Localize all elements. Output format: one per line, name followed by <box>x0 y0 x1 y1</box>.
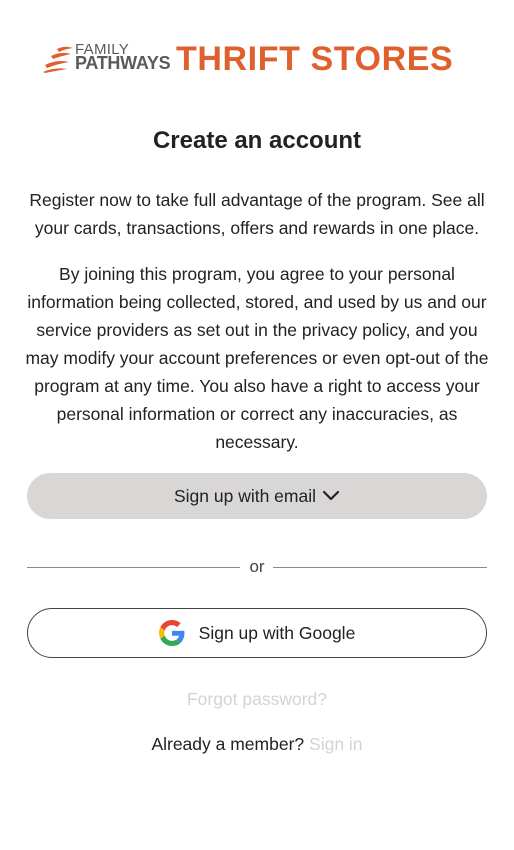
sign-up-email-button[interactable]: Sign up with email <box>27 473 487 519</box>
sign-in-link[interactable]: Sign in <box>309 734 363 754</box>
google-icon <box>158 620 185 646</box>
logo-mark-icon <box>43 46 73 73</box>
divider-line-right <box>273 567 487 568</box>
consent-text: By joining this program, you agree to yo… <box>25 264 489 452</box>
already-member-row: Already a member? Sign in <box>0 733 514 755</box>
brand-logo: FAMILY PATHWAYS THRIFT STORES <box>43 40 473 80</box>
or-divider: or <box>27 556 487 578</box>
intro-text: Register now to take full advantage of t… <box>29 190 485 238</box>
sign-up-email-label: Sign up with email <box>173 485 317 506</box>
forgot-password-link[interactable]: Forgot password? <box>0 688 514 710</box>
already-member-text: Already a member? <box>151 734 305 754</box>
page-title: Create an account <box>152 127 362 154</box>
chevron-down-icon <box>322 490 340 501</box>
logo-thrift-stores-text: THRIFT STORES <box>176 40 454 78</box>
sign-up-google-button[interactable]: Sign up with Google <box>27 608 487 658</box>
logo-pathways-text: PATHWAYS <box>75 53 171 73</box>
sign-up-google-label: Sign up with Google <box>198 622 356 643</box>
